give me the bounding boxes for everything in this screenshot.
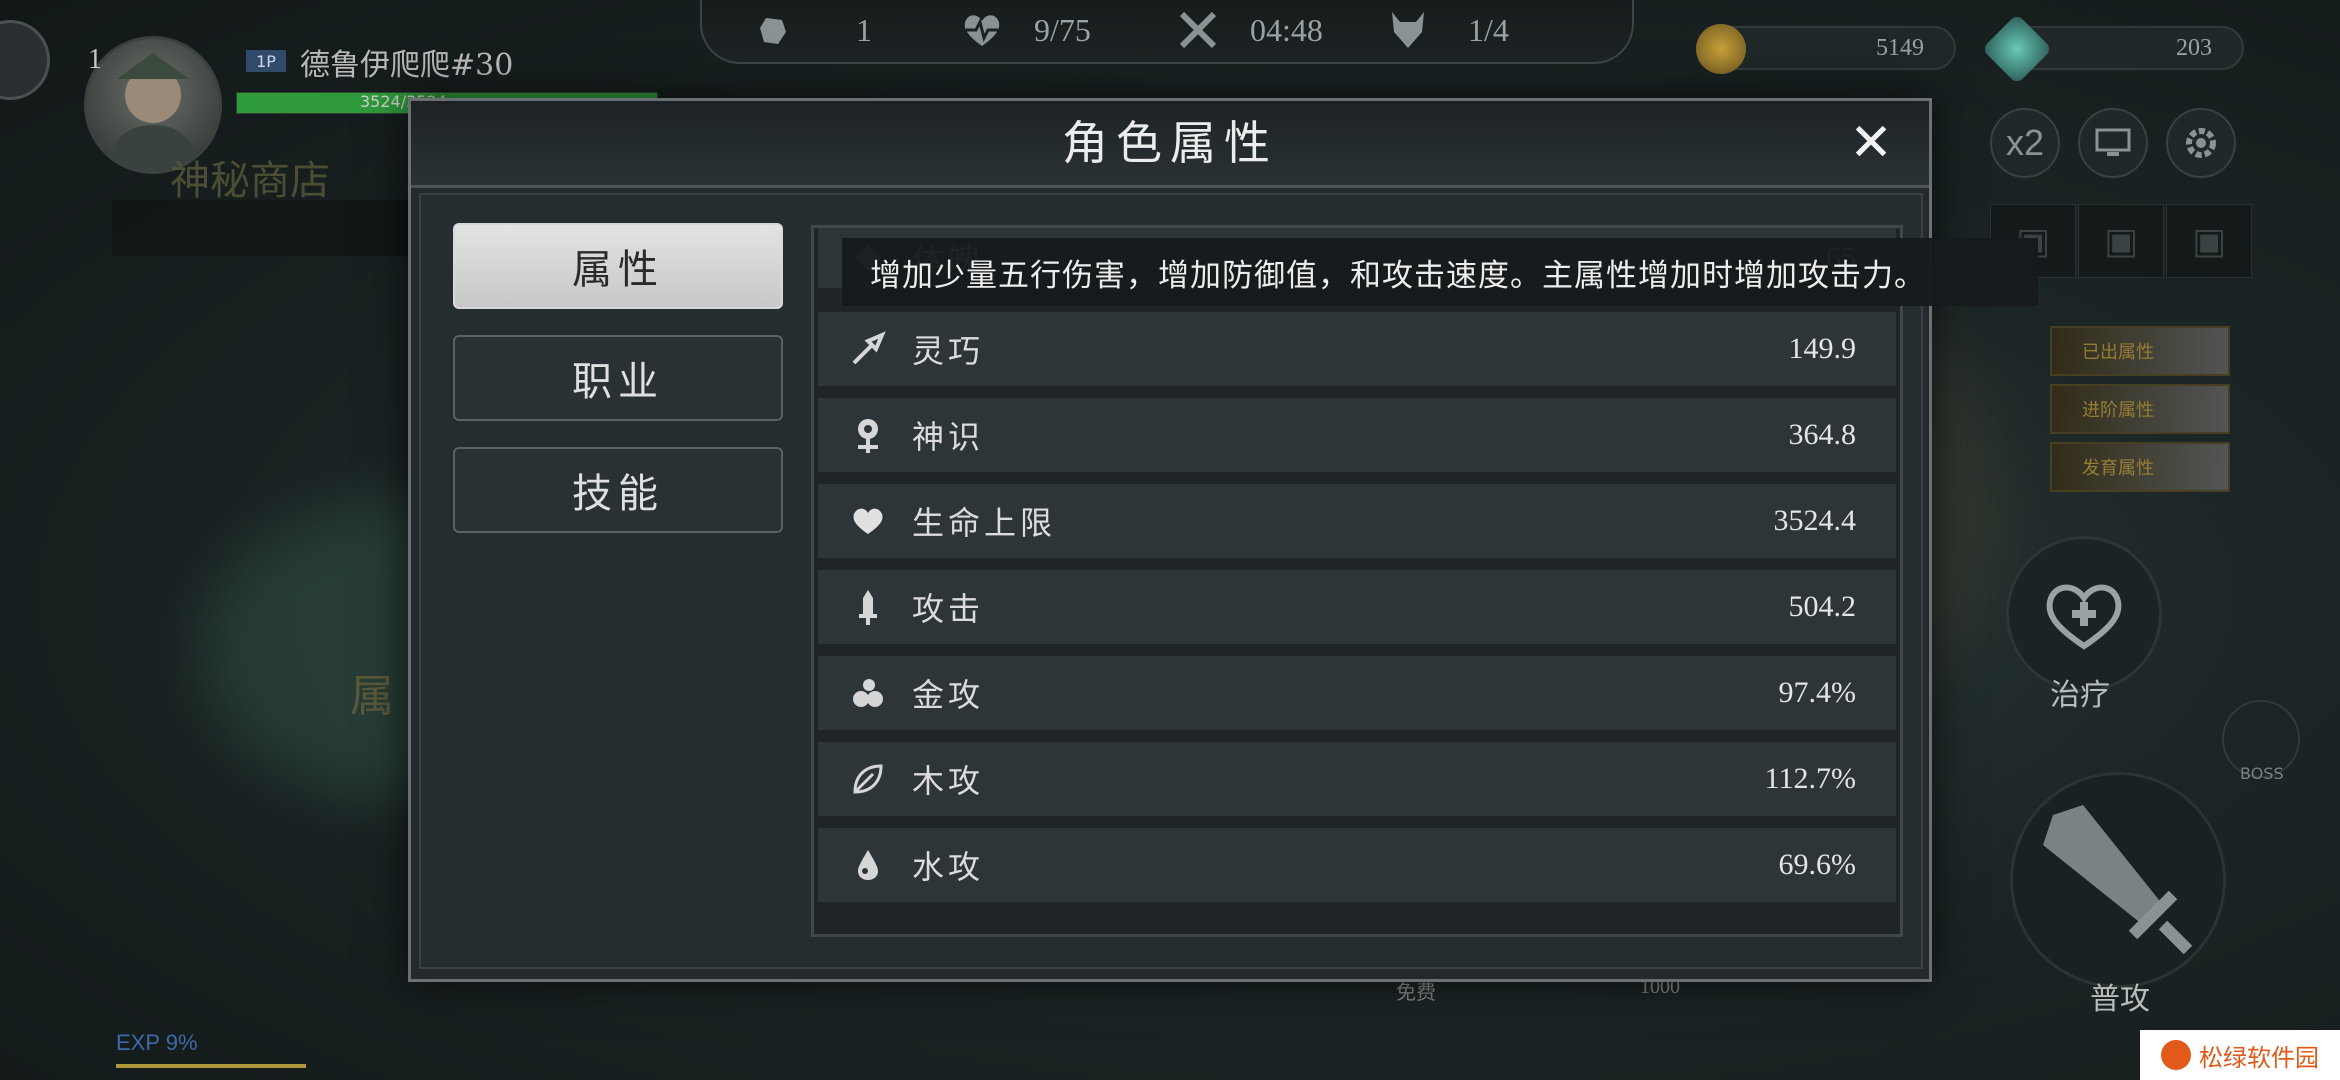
dialog-body: 属性 职业 技能 体魄 65 灵巧 149.9 神识 364.8 生命上限 bbox=[419, 193, 1923, 969]
player-tag: 1P bbox=[246, 50, 286, 72]
attribute-row[interactable]: 水攻 69.6% bbox=[818, 828, 1896, 902]
fist-icon bbox=[750, 8, 794, 52]
attribute-value: 504.2 bbox=[1788, 590, 1857, 623]
lock-icon: ▣ bbox=[2103, 220, 2138, 262]
wave-stat: 1/4 bbox=[1386, 10, 1509, 50]
attribute-name: 金攻 bbox=[912, 676, 985, 714]
background-field-text: 属 bbox=[350, 671, 394, 722]
attribute-value: 69.6% bbox=[1778, 848, 1857, 881]
watermark: 松绿软件园 bbox=[2140, 1030, 2340, 1080]
attribute-value: 97.4% bbox=[1778, 676, 1857, 709]
attribute-name: 灵巧 bbox=[912, 332, 985, 370]
heartbeat-icon bbox=[960, 8, 1004, 52]
back-button[interactable] bbox=[0, 20, 50, 100]
settings-button[interactable] bbox=[2166, 108, 2236, 178]
attack-button[interactable] bbox=[2010, 772, 2226, 988]
shop-label: 神秘商店 bbox=[170, 158, 330, 204]
side-tag-2[interactable]: 进阶属性 bbox=[2050, 384, 2230, 434]
attribute-row[interactable]: 神识 364.8 bbox=[818, 398, 1896, 472]
attribute-name: 木攻 bbox=[912, 762, 985, 800]
player-level: 1 bbox=[88, 44, 102, 75]
player-name: 德鲁伊爬爬#30 bbox=[300, 48, 514, 83]
attribute-value: 149.9 bbox=[1788, 332, 1857, 365]
close-icon: ✕ bbox=[1849, 113, 1893, 173]
side-tag-3[interactable]: 发育属性 bbox=[2050, 442, 2230, 492]
boss-label: BOSS bbox=[2240, 764, 2284, 783]
attribute-name: 生命上限 bbox=[912, 504, 1057, 542]
attribute-value: 3524.4 bbox=[1773, 504, 1857, 537]
water-icon bbox=[838, 835, 898, 895]
heal-heart-icon bbox=[2046, 584, 2122, 650]
watermark-logo-icon bbox=[2161, 1040, 2191, 1070]
shop-tabs[interactable] bbox=[112, 200, 412, 256]
spirit-icon bbox=[838, 405, 898, 465]
heal-button[interactable] bbox=[2006, 536, 2162, 692]
lock-icon: ▣ bbox=[2191, 220, 2226, 262]
attack-label: 普攻 bbox=[2090, 982, 2150, 1017]
attribute-name: 神识 bbox=[912, 418, 985, 456]
gold-value: 5149 bbox=[1876, 34, 1924, 61]
gear-icon bbox=[2186, 128, 2216, 158]
settings-panel-button[interactable] bbox=[2078, 108, 2148, 178]
close-button[interactable]: ✕ bbox=[1843, 113, 1899, 173]
wave-value: 1/4 bbox=[1468, 11, 1509, 48]
attribute-row[interactable]: 金攻 97.4% bbox=[818, 656, 1896, 730]
leaf-icon bbox=[838, 749, 898, 809]
sword-icon bbox=[838, 577, 898, 637]
demon-icon bbox=[1386, 8, 1430, 52]
kills-value: 1 bbox=[856, 11, 872, 48]
exp-bar bbox=[116, 1064, 306, 1068]
sword-icon bbox=[2043, 805, 2193, 955]
attribute-list[interactable]: 体魄 65 灵巧 149.9 神识 364.8 生命上限 3524.4 攻击 bbox=[811, 225, 1903, 937]
top-status-bar: 1 9/75 04:48 1/4 bbox=[700, 0, 1634, 64]
monitor-icon bbox=[2095, 128, 2131, 156]
attribute-row[interactable]: 生命上限 3524.4 bbox=[818, 484, 1896, 558]
speed-button[interactable]: x2 bbox=[1990, 108, 2060, 178]
lives-value: 9/75 bbox=[1034, 11, 1091, 48]
dash-icon bbox=[838, 319, 898, 379]
attribute-tooltip: 增加少量五行伤害，增加防御值，和攻击速度。主属性增加时增加攻击力。 bbox=[842, 238, 2038, 306]
tab-attributes[interactable]: 属性 bbox=[453, 223, 783, 309]
gem-icon bbox=[1981, 13, 2053, 85]
locked-slot[interactable]: ▣ bbox=[2166, 204, 2252, 278]
timer-stat: 04:48 bbox=[1176, 10, 1323, 50]
attribute-name: 攻击 bbox=[912, 590, 985, 628]
gold-counter: 5149 bbox=[1696, 24, 1956, 74]
attribute-row[interactable]: 木攻 112.7% bbox=[818, 742, 1896, 816]
lives-stat: 9/75 bbox=[960, 10, 1091, 50]
tab-skills[interactable]: 技能 bbox=[453, 447, 783, 533]
metal-icon bbox=[838, 663, 898, 723]
exp-label: EXP 9% bbox=[116, 1030, 198, 1055]
heal-label: 治疗 bbox=[2050, 678, 2110, 713]
attribute-value: 112.7% bbox=[1764, 762, 1856, 795]
coin-icon bbox=[1696, 24, 1746, 74]
gem-value: 203 bbox=[2176, 34, 2212, 61]
side-tag-1[interactable]: 已出属性 bbox=[2050, 326, 2230, 376]
watermark-text: 松绿软件园 bbox=[2199, 1043, 2319, 1072]
dialog-header: 角色属性 ✕ bbox=[411, 101, 1929, 188]
timer-value: 04:48 bbox=[1250, 11, 1323, 48]
attribute-name: 水攻 bbox=[912, 848, 985, 886]
crossed-swords-icon bbox=[1176, 8, 1220, 52]
kills-stat: 1 bbox=[750, 10, 872, 50]
heart-icon bbox=[838, 491, 898, 551]
gem-counter: 203 bbox=[1981, 13, 2244, 85]
tab-class[interactable]: 职业 bbox=[453, 335, 783, 421]
locked-slot[interactable]: ▣ bbox=[2078, 204, 2164, 278]
attribute-row[interactable]: 灵巧 149.9 bbox=[818, 312, 1896, 386]
attribute-row[interactable]: 攻击 504.2 bbox=[818, 570, 1896, 644]
attribute-value: 364.8 bbox=[1788, 418, 1857, 451]
attributes-dialog: 角色属性 ✕ 属性 职业 技能 体魄 65 灵巧 149.9 神识 364.8 bbox=[408, 98, 1932, 982]
dialog-title: 角色属性 bbox=[1062, 116, 1278, 170]
